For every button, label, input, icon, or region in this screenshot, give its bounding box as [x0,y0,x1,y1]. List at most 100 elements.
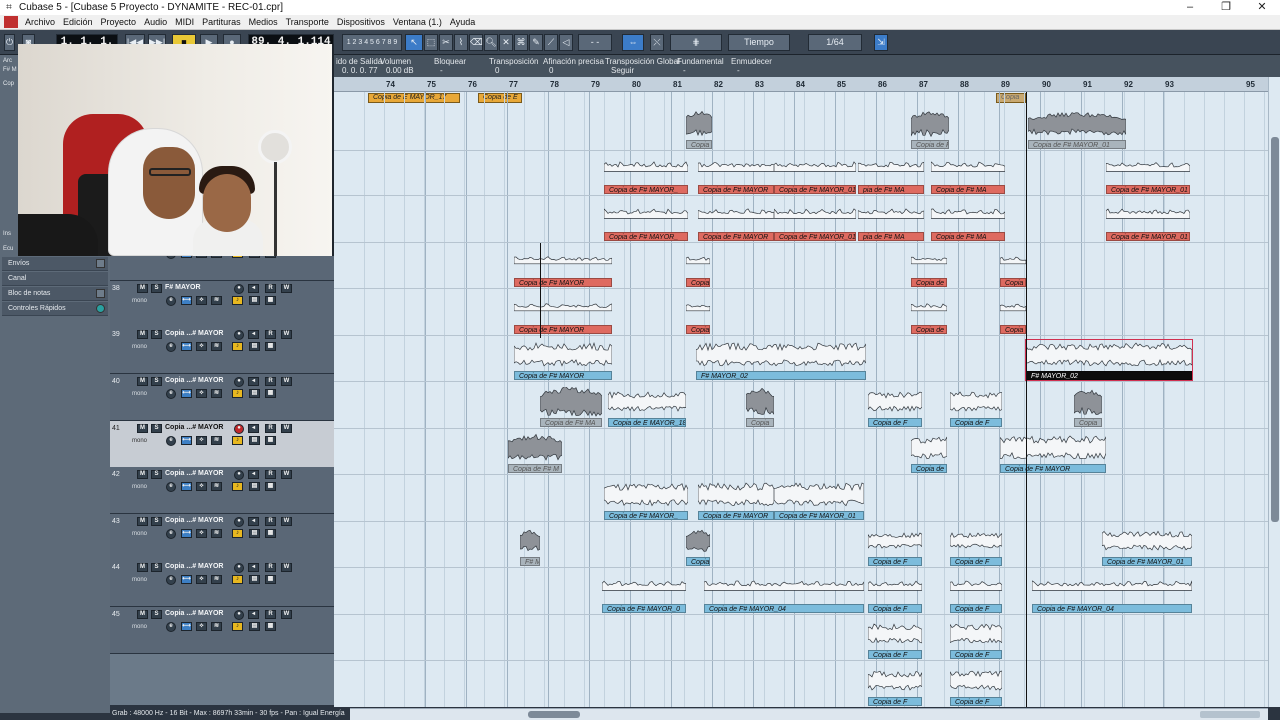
menu-midi[interactable]: MIDI [171,17,198,27]
track-button-r[interactable]: R [265,470,276,479]
audio-event[interactable]: Copia de F [868,619,922,659]
track-button-c[interactable]: ● [234,517,244,527]
track-button-e[interactable]: e [166,389,176,399]
audio-event[interactable]: Copia [686,109,712,149]
horizontal-scrollbar[interactable] [350,708,1268,720]
track-button-y[interactable]: ♪ [232,482,243,491]
track-name[interactable]: Copia ...# MAYOR [165,377,223,384]
track-button-w[interactable]: W [281,517,292,526]
info-cell[interactable]: Volumen 0.00 dB [380,57,414,75]
track-button-c[interactable]: ● [234,563,244,573]
track-button-c[interactable]: ● [234,284,244,294]
track-button-f[interactable]: ▤ [249,296,260,305]
play-tool-icon[interactable]: ◁ [559,34,573,51]
info-value[interactable]: - [677,66,724,75]
track-button-i[interactable]: ⟡ [196,575,207,584]
track-button-l[interactable]: ◂ [248,424,259,433]
track-button-k[interactable]: ⟷ [181,389,192,398]
track-header[interactable]: 40 Copia ...# MAYOR mono M S ● ◂ R We ⟷ ⟡ ≋ ♪ ▤ ▦ [110,374,342,421]
audio-event[interactable]: Copia de F# MAYOR_01 [1028,109,1126,149]
audio-event[interactable]: Copia de F# MAYOR_01 [1102,526,1192,566]
envios-toggle-icon[interactable] [96,259,105,268]
info-cell[interactable]: Afinación precisa 0 [543,57,604,75]
track-button-l[interactable]: ◂ [248,330,259,339]
audio-event[interactable]: Copia de F# MAYOR [514,294,612,334]
info-cell[interactable]: Enmudecer - [731,57,772,75]
draw-tool-icon[interactable]: ✎ [529,34,543,51]
mute-tool-icon[interactable]: ✕ [499,34,513,51]
track-button-k[interactable]: ⟷ [181,575,192,584]
track-name[interactable]: Copia ...# MAYOR [165,517,223,524]
info-value[interactable]: 0 [489,66,539,75]
info-cell[interactable]: Bloquear - [434,57,466,75]
bloc-toggle-icon[interactable] [96,289,105,298]
snap-select[interactable]: - - [578,34,612,51]
track-button-i[interactable]: ⟡ [196,296,207,305]
audio-event[interactable]: Copia de F [868,573,922,613]
horizontal-scroll-thumb[interactable] [528,711,580,718]
track-button-w2[interactable]: ≋ [211,529,222,538]
audio-event[interactable]: Copia de F [950,573,1002,613]
track-button-w2[interactable]: ≋ [211,342,222,351]
track-button-g[interactable]: ▦ [265,296,276,305]
inspector-canal[interactable]: Canal [2,272,108,286]
audio-event[interactable]: Copia [686,247,710,287]
glue-tool-icon[interactable]: ⌇ [454,34,468,51]
track-button-e[interactable]: e [166,296,176,306]
track-button-m[interactable]: M [137,563,148,572]
track-header[interactable]: 38 F# MAYOR mono M S ● ◂ R We ⟷ ⟡ ≋ ♪ ▤ ▦ [110,281,342,328]
menu-archivo[interactable]: Archivo [21,17,59,27]
timewarp-tool-icon[interactable]: ⌘ [514,34,528,51]
audio-event[interactable]: Copia de F# MAYOR_ [604,480,688,520]
audio-event[interactable]: Copia [746,387,774,427]
track-button-c[interactable]: ● [234,424,244,434]
track-button-f[interactable]: ▤ [249,529,260,538]
audio-event[interactable]: Copia [1000,294,1026,334]
maximize-button[interactable]: ❐ [1208,0,1244,15]
track-button-f[interactable]: ▤ [249,436,260,445]
track-button-c[interactable]: ● [234,330,244,340]
grid-type-select[interactable]: ⋕ [670,34,722,51]
quantize-value-select[interactable]: 1/64 [808,34,862,51]
track-button-w2[interactable]: ≋ [211,436,222,445]
snap-toggle-button[interactable]: ⇔ [622,34,644,51]
menu-audio[interactable]: Audio [140,17,171,27]
track-button-i[interactable]: ⟡ [196,622,207,631]
menu-ayuda[interactable]: Ayuda [446,17,479,27]
minimize-button[interactable]: – [1172,0,1208,15]
close-button[interactable]: ✕ [1244,0,1280,15]
audio-event[interactable]: Copia de F [950,387,1002,427]
track-button-r[interactable]: R [265,563,276,572]
info-value[interactable]: - [731,66,772,75]
track-button-s[interactable]: S [151,470,162,479]
track-button-w[interactable]: W [281,330,292,339]
info-value[interactable]: 0 [543,66,604,75]
track-button-s[interactable]: S [151,517,162,526]
track-name[interactable]: Copia ...# MAYOR [165,424,223,431]
audio-event[interactable]: Copia [686,526,710,566]
audio-event[interactable]: Copia de [911,433,947,473]
menu-dispositivos[interactable]: Dispositivos [333,17,389,27]
track-button-i[interactable]: ⟡ [196,529,207,538]
track-button-e[interactable]: e [166,436,176,446]
menu-partituras[interactable]: Partituras [198,17,245,27]
track-button-w2[interactable]: ≋ [211,482,222,491]
audio-event[interactable]: Copia de F# MAYOR [698,201,774,241]
track-button-w[interactable]: W [281,563,292,572]
track-button-y[interactable]: ♪ [232,342,243,351]
info-value[interactable]: 0.00 dB [380,66,414,75]
audio-event[interactable]: F# M [520,526,540,566]
menu-proyecto[interactable]: Proyecto [97,17,141,27]
audio-event[interactable]: Copia de F# MAYOR [698,480,774,520]
audio-event[interactable]: Copia de F# MA [931,201,1005,241]
track-button-g[interactable]: ▦ [265,622,276,631]
info-value[interactable]: - [434,66,466,75]
menu-transporte[interactable]: Transporte [282,17,333,27]
track-button-y[interactable]: ♪ [232,389,243,398]
track-button-f[interactable]: ▤ [249,389,260,398]
track-button-m[interactable]: M [137,470,148,479]
track-button-m[interactable]: M [137,330,148,339]
track-button-s[interactable]: S [151,610,162,619]
object-select-tool-icon[interactable]: ↖ [405,34,423,51]
track-name[interactable]: Copia ...# MAYOR [165,330,223,337]
